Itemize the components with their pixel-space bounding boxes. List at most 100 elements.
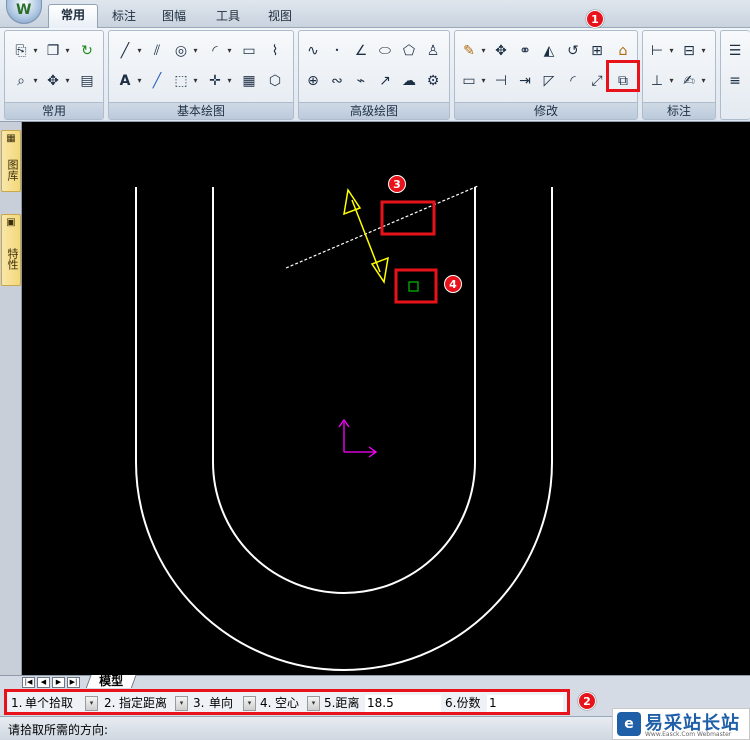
arc-icon[interactable]: ◜	[205, 41, 225, 61]
option-4-dropdown[interactable]: ▾	[307, 696, 320, 711]
option-4-value[interactable]: 空心	[273, 695, 307, 712]
datum-dropdown[interactable]: ▾	[668, 71, 675, 91]
tab-model[interactable]: 模型	[85, 674, 137, 689]
linear-dim-dropdown[interactable]: ▾	[668, 41, 675, 61]
library-icon: ▦	[6, 133, 16, 144]
list-icon[interactable]: ☰	[725, 41, 745, 61]
pentagon-icon[interactable]: ⬠	[399, 41, 419, 61]
extend-icon[interactable]: ⇥	[515, 71, 535, 91]
last-tab-button[interactable]: ▶|	[67, 677, 80, 688]
datum-icon[interactable]: ⊥	[647, 71, 667, 91]
hatch-icon[interactable]: ⬚	[171, 71, 191, 91]
tab-view[interactable]: 视图	[260, 6, 300, 28]
symbol-icon[interactable]: ♙	[423, 41, 443, 61]
copy-objects-icon[interactable]: ⚭	[515, 41, 535, 61]
erase-dropdown[interactable]: ▾	[480, 41, 487, 61]
angle-icon[interactable]: ∠	[351, 41, 371, 61]
arrow-icon[interactable]: ↗	[375, 71, 395, 91]
text-dropdown[interactable]: ▾	[136, 71, 143, 91]
tab-common[interactable]: 常用	[48, 4, 98, 29]
highlight-option-bar: 1. 单个拾取 ▾ 2. 指定距离 ▾ 3. 单向 ▾ 4. 空心 ▾ 5.距离…	[4, 689, 570, 715]
zoom-icon[interactable]: ⌕	[11, 71, 31, 91]
wave-icon[interactable]: ∾	[327, 71, 347, 91]
move-icon[interactable]: ✥	[491, 41, 511, 61]
ribbon-group-dimension: ⊢ ▾ ⊟ ▾ ⊥ ▾ ✍ ▾ 标注	[642, 30, 716, 120]
grid-fill-icon[interactable]: ▦	[239, 71, 259, 91]
text-icon[interactable]: A	[115, 71, 135, 91]
option-2-dropdown[interactable]: ▾	[175, 696, 188, 711]
fillet-icon[interactable]: ◜	[563, 71, 583, 91]
sidetab-properties[interactable]: ▣ 特性	[1, 214, 21, 286]
layers-dropdown[interactable]: ▾	[64, 41, 71, 61]
edit-dim-dropdown[interactable]: ▾	[700, 71, 707, 91]
next-tab-button[interactable]: ▶	[52, 677, 65, 688]
ellipse-icon[interactable]: ⬭	[375, 41, 395, 61]
copy-dropdown[interactable]: ▾	[32, 41, 39, 61]
zoom-dropdown[interactable]: ▾	[32, 71, 39, 91]
circle-icon[interactable]: ◎	[171, 41, 191, 61]
refresh-icon[interactable]: ↻	[77, 41, 97, 61]
globe-icon[interactable]: ⊕	[303, 71, 323, 91]
tab-tools[interactable]: 工具	[208, 6, 248, 28]
option-2-value[interactable]: 指定距离	[117, 695, 175, 712]
coordinate-dim-icon[interactable]: ⊟	[679, 41, 699, 61]
sidetab-library[interactable]: ▦ 图库	[1, 130, 21, 192]
scale-icon[interactable]: ⤢	[587, 71, 607, 91]
trim-icon[interactable]: ⊣	[491, 71, 511, 91]
group-label-dimension: 标注	[643, 102, 715, 119]
point-icon[interactable]: ✛	[205, 71, 225, 91]
arc-dropdown[interactable]: ▾	[226, 41, 233, 61]
mirror-icon[interactable]: ◭	[539, 41, 559, 61]
point-dropdown[interactable]: ▾	[226, 71, 233, 91]
option-1-value[interactable]: 单个拾取	[23, 695, 85, 712]
centerline-icon[interactable]: ╱	[147, 71, 167, 91]
circle-dropdown[interactable]: ▾	[192, 41, 199, 61]
option-3-dropdown[interactable]: ▾	[243, 696, 256, 711]
layers-icon[interactable]: ❐	[43, 41, 63, 61]
array-icon[interactable]: ⊞	[587, 41, 607, 61]
coordinate-dim-dropdown[interactable]: ▾	[700, 41, 707, 61]
option-2-label: 2.	[104, 696, 116, 710]
cloud-icon[interactable]: ☁	[399, 71, 419, 91]
copy-icon[interactable]: ⎘	[11, 41, 31, 61]
first-tab-button[interactable]: |◀	[22, 677, 35, 688]
spline-icon[interactable]: ⌇	[265, 41, 285, 61]
option-1-dropdown[interactable]: ▾	[85, 696, 98, 711]
edit-dim-icon[interactable]: ✍	[679, 71, 699, 91]
parallel-line-icon[interactable]: ⫽	[147, 41, 167, 61]
line-dropdown[interactable]: ▾	[136, 41, 143, 61]
drawing-svg	[135, 185, 553, 671]
copies-input[interactable]: 1	[487, 695, 563, 712]
rotate-icon[interactable]: ↺	[563, 41, 583, 61]
group-label-basic-draw: 基本绘图	[109, 102, 293, 119]
pan-icon[interactable]: ✥	[43, 71, 63, 91]
properties-panel-icon: ▣	[6, 217, 16, 228]
line-icon[interactable]: ╱	[115, 41, 135, 61]
tab-frame[interactable]: 图幅	[154, 6, 194, 28]
window-select-dropdown[interactable]: ▾	[480, 71, 487, 91]
drawing-canvas[interactable]: 3 4	[22, 122, 750, 675]
properties-icon[interactable]: ▤	[77, 71, 97, 91]
tab-annotate[interactable]: 标注	[104, 6, 144, 28]
rectangle-icon[interactable]: ▭	[239, 41, 259, 61]
distance-input[interactable]: 18.5	[365, 695, 441, 712]
app-menu-button[interactable]: W	[6, 0, 42, 24]
gear-rack-icon[interactable]: ⚙	[423, 71, 443, 91]
prev-tab-button[interactable]: ◀	[37, 677, 50, 688]
pan-dropdown[interactable]: ▾	[64, 71, 71, 91]
option-3-value[interactable]: 单向	[207, 695, 243, 712]
dot-icon[interactable]: •	[327, 41, 347, 61]
tab-model-label: 模型	[99, 674, 124, 688]
curve-icon[interactable]: ∿	[303, 41, 323, 61]
polygon-icon[interactable]: ⬡	[265, 71, 285, 91]
offset-icon[interactable]: ⌂	[613, 41, 633, 61]
chamfer-icon[interactable]: ◸	[539, 71, 559, 91]
erase-icon[interactable]: ✎	[459, 41, 479, 61]
hatch-dropdown[interactable]: ▾	[192, 71, 199, 91]
window-select-icon[interactable]: ▭	[459, 71, 479, 91]
text-style-icon[interactable]: ≡	[725, 71, 745, 91]
option-1-label: 1.	[11, 696, 23, 710]
break-line-icon[interactable]: ⌁	[351, 71, 371, 91]
inner-u-shape[interactable]	[212, 187, 476, 594]
linear-dim-icon[interactable]: ⊢	[647, 41, 667, 61]
